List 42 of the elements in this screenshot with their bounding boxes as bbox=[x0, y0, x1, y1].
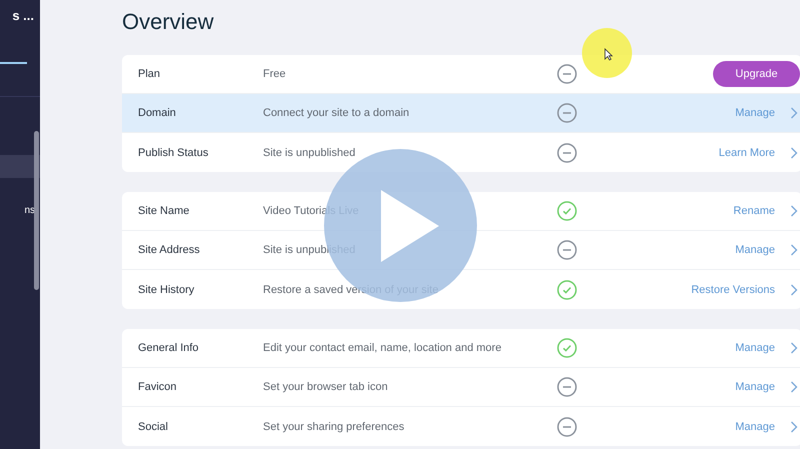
settings-row[interactable]: Social Set your sharing preferences Manage bbox=[122, 407, 800, 446]
chevron-right-icon[interactable] bbox=[790, 342, 798, 354]
chevron-right-icon[interactable] bbox=[790, 205, 798, 217]
tab-underline bbox=[0, 62, 27, 64]
row-label: Social bbox=[137, 420, 169, 432]
row-label: Site Address bbox=[137, 244, 201, 256]
site-title: s ... bbox=[12, 8, 34, 23]
action-link[interactable]: Manage bbox=[735, 342, 775, 354]
row-label: Site Name bbox=[137, 205, 190, 217]
scrollbar[interactable] bbox=[34, 131, 39, 290]
chevron-right-icon[interactable] bbox=[790, 284, 798, 296]
row-value: Set your sharing preferences bbox=[263, 420, 406, 432]
settings-row[interactable]: General Info Edit your contact email, name, location and more Manage bbox=[122, 329, 800, 368]
action-link[interactable]: Learn More bbox=[718, 146, 775, 158]
row-value: Free bbox=[263, 68, 287, 80]
action-link[interactable]: Manage bbox=[735, 244, 775, 256]
chevron-right-icon[interactable] bbox=[790, 244, 798, 256]
row-value: Set your browser tab icon bbox=[263, 381, 389, 393]
row-value: Edit your contact email, name, location and more bbox=[263, 342, 502, 354]
action-link[interactable]: Rename bbox=[733, 205, 775, 217]
action-link[interactable]: Manage bbox=[735, 381, 775, 393]
chevron-right-icon[interactable] bbox=[790, 420, 798, 432]
settings-row[interactable]: Publish Status Site is unpublished Learn More bbox=[122, 133, 800, 172]
row-label: Favicon bbox=[137, 381, 178, 393]
row-label: General Info bbox=[137, 342, 200, 354]
settings-row[interactable]: Domain Connect your site to a domain Manage bbox=[122, 94, 800, 133]
cursor-icon bbox=[604, 48, 613, 61]
action-link[interactable]: Manage bbox=[735, 420, 775, 432]
row-label: Site History bbox=[137, 284, 196, 296]
row-label: Domain bbox=[137, 107, 177, 119]
row-value: Connect your site to a domain bbox=[263, 107, 410, 119]
action-link[interactable]: Manage bbox=[735, 107, 775, 119]
row-value: Site is unpublished bbox=[263, 146, 356, 158]
action-link[interactable]: Restore Versions bbox=[691, 284, 775, 296]
row-label: Publish Status bbox=[137, 146, 210, 158]
chevron-right-icon[interactable] bbox=[790, 146, 798, 158]
settings-row[interactable]: Favicon Set your browser tab icon Manage bbox=[122, 368, 800, 407]
page-title: Overview bbox=[122, 8, 215, 36]
row-label: Plan bbox=[137, 68, 162, 80]
upgrade-button[interactable]: Upgrade bbox=[713, 61, 800, 87]
chevron-right-icon[interactable] bbox=[790, 381, 798, 393]
chevron-right-icon[interactable] bbox=[790, 107, 798, 119]
